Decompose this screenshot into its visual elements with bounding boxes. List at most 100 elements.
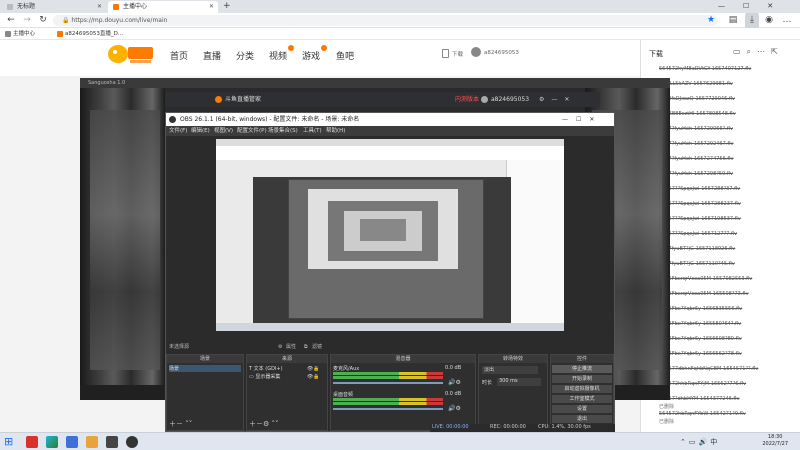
download-item[interactable]: iBrQLLSkAZV-1657629981.flv — [659, 81, 733, 87]
download-item[interactable]: 5647?fyuHeh-1657298?59.flv — [659, 171, 733, 177]
douyu-logo[interactable] — [107, 43, 155, 65]
windows-start-icon[interactable]: ⊞ — [4, 436, 16, 448]
download-item[interactable]: 5646Fbx?Yqbr6y-1656835556.flv — [659, 306, 742, 312]
downloads-toolbar[interactable]: ▭⌕⋯⇱ — [733, 47, 784, 57]
menu-file[interactable]: 文件(F) — [169, 126, 187, 136]
download-item[interactable]: 5647?fyuHeh-1657292467.flv — [659, 141, 734, 147]
avatar[interactable] — [481, 96, 488, 103]
tab-streamer-center[interactable]: 主播中心 ✕ — [108, 1, 218, 13]
new-tab-button[interactable]: + — [223, 0, 231, 13]
download-status: 已删除 — [659, 404, 675, 410]
close-icon[interactable]: ✕ — [209, 1, 214, 13]
url-text: https://mp.douyu.com/live/main — [71, 17, 168, 24]
download-item[interactable]: 56457??SpqcJwi-1657288237.flv — [659, 201, 741, 207]
nav-games[interactable]: 游戏 — [302, 49, 320, 62]
back-icon[interactable]: ← — [4, 13, 18, 28]
scene-controls[interactable]: ＋－ ˄˅ — [169, 419, 192, 429]
douyu-assistant-icon[interactable] — [86, 436, 98, 448]
assistant-window-controls[interactable]: ⚙—✕ — [539, 92, 576, 107]
download-item[interactable]: 5646Fbx?Yqbr6y-1656608?89.flv — [659, 336, 742, 342]
nav-live[interactable]: 直播 — [203, 49, 221, 62]
assistant-user[interactable]: a824695053 — [491, 92, 529, 107]
menu-scene-collection[interactable]: 场景集合(S) — [268, 126, 298, 136]
start-recording-button[interactable]: 开始录制 — [552, 375, 612, 383]
favorite-star-icon[interactable]: ★ — [704, 13, 718, 28]
no-source-label: 未选择源 — [169, 344, 190, 350]
volume-slider[interactable] — [333, 382, 443, 384]
file-explorer-icon[interactable] — [66, 436, 78, 448]
close-icon[interactable]: ✕ — [97, 1, 102, 13]
speaker-icon[interactable]: 🔊⚙ — [448, 379, 461, 386]
download-item[interactable]: 564572hhbRqnFYjM-16562?7?6.flv — [659, 381, 746, 387]
menu-edit[interactable]: 编辑(E) — [191, 126, 210, 136]
scene-item[interactable]: 场景 — [169, 365, 241, 372]
speaker-icon[interactable]: 🔊⚙ — [448, 405, 461, 412]
tab-untitled[interactable]: 无标题 ✕ — [2, 1, 106, 13]
properties-button[interactable]: 属性 — [286, 342, 296, 352]
nav-home[interactable]: 首页 — [170, 49, 188, 62]
forward-icon[interactable]: → — [20, 13, 34, 28]
username[interactable]: a824695053 — [484, 50, 519, 56]
nav-video[interactable]: 视频 — [269, 49, 287, 62]
collections-icon[interactable]: ▤ — [726, 13, 740, 28]
obs-window-controls[interactable]: —☐✕ — [562, 113, 602, 126]
obs-preview[interactable] — [216, 139, 564, 331]
duration-input[interactable]: 300 ms — [497, 378, 541, 386]
menu-tools[interactable]: 工具(T) — [303, 126, 322, 136]
text-source-icon: T — [249, 366, 253, 372]
obs-icon[interactable] — [126, 436, 138, 448]
profile-icon[interactable]: ◉ — [762, 13, 776, 28]
download-item[interactable]: 564572hyM8aDVtGY-1657407127.flv — [659, 66, 751, 72]
stop-stream-button[interactable]: 停止推流 — [552, 365, 612, 373]
download-item[interactable]: 5646FbxrqrVcea05M-165508?73.flv — [659, 291, 749, 297]
download-item[interactable]: 564577dbhnFqhbNqCBM-1654571??.flv — [659, 366, 758, 372]
download-item[interactable]: 5647fyuBT?jG-1657110?45.flv — [659, 261, 735, 267]
edge-icon[interactable] — [46, 436, 58, 448]
download-item[interactable]: 5646Fbx?Yqbr6y-165580?64?.flv — [659, 321, 741, 327]
virtual-camera-button[interactable]: 启动虚拟摄像机 — [552, 385, 612, 393]
download-item[interactable]: 5646Fbx?Yqbr6y-1656562?78.flv — [659, 351, 742, 357]
clock[interactable]: 18:30 2022/7/27 — [762, 434, 788, 448]
obs-titlebar: OBS 26.1.1 (64-bit, windows) - 配置文件: 未命名… — [166, 113, 614, 126]
source-visibility-icons[interactable]: 👁🔒 👁🔒 — [307, 365, 320, 381]
exit-button[interactable]: 退出 — [552, 415, 612, 423]
transition-select[interactable]: 淡出 — [482, 366, 538, 374]
download-item[interactable]: 56457??SpqcJwi-1657198537.flv — [659, 216, 741, 222]
url-input[interactable]: 🔒 https://mp.douyu.com/live/main — [53, 15, 718, 26]
obs-title: OBS 26.1.1 (64-bit, windows) - 配置文件: 未命名… — [180, 116, 360, 123]
download-item[interactable]: 56457??SpqcJwi-1657288?37.flv — [659, 186, 740, 192]
tray-icons[interactable]: ⌃▭🔊中 — [680, 437, 720, 447]
settings-button[interactable]: 设置 — [552, 405, 612, 413]
download-item[interactable]: lBrx6B8ExztHl-1657808548.flv — [659, 111, 736, 117]
more-menu-icon[interactable]: … — [780, 13, 794, 28]
download-item[interactable]: 5646FbxrqrVcea05M-1657082563.flv — [659, 276, 752, 282]
source-item[interactable]: ▭ 显示器采集 — [249, 373, 280, 380]
nav-fishbar[interactable]: 鱼吧 — [336, 49, 354, 62]
captured-browser-bar — [216, 139, 564, 146]
window-controls[interactable]: —☐✕ — [718, 0, 791, 13]
wps-icon[interactable] — [26, 436, 38, 448]
download-item[interactable]: 5647?fyuHeh-165729066?.flv — [659, 126, 733, 132]
menu-view[interactable]: 视图(V) — [214, 126, 233, 136]
download-app-link[interactable]: 下载 — [452, 50, 463, 58]
download-icon[interactable]: ⤓ — [745, 13, 759, 28]
filters-button[interactable]: 滤镜 — [312, 342, 322, 352]
source-item[interactable]: T 文本 (GDI+) — [249, 365, 283, 372]
studio-mode-button[interactable]: 工作室模式 — [552, 395, 612, 403]
refresh-icon[interactable]: ↻ — [36, 13, 50, 28]
avatar[interactable] — [471, 47, 481, 57]
download-item[interactable]: 5647fyuBT?jG-1657118926.flv — [659, 246, 735, 252]
download-item[interactable]: 564572hbRqnFYbW-1654271?9.flv — [659, 411, 746, 417]
download-item[interactable]: F5h3fsDJxozQ-1657729046.flv — [659, 96, 735, 102]
game-icon[interactable] — [106, 436, 118, 448]
volume-slider[interactable] — [333, 408, 443, 410]
menu-help[interactable]: 帮助(H) — [326, 126, 345, 136]
bookmark-item[interactable]: 主播中心 — [4, 29, 35, 39]
bookmark-item[interactable]: a824695053直播_D... — [56, 29, 123, 39]
nav-categories[interactable]: 分类 — [236, 49, 254, 62]
download-item[interactable]: 56457?dhbHYM-1654377246.flv — [659, 396, 740, 402]
download-item[interactable]: 5647?fyuHeh-1657274756.flv — [659, 156, 734, 162]
menu-profile[interactable]: 配置文件(P) — [237, 126, 267, 136]
download-item[interactable]: 56457??SpqcJwi-1657127?7.flv — [659, 231, 737, 237]
source-controls[interactable]: ＋－⚙ ˄˅ — [249, 419, 279, 429]
